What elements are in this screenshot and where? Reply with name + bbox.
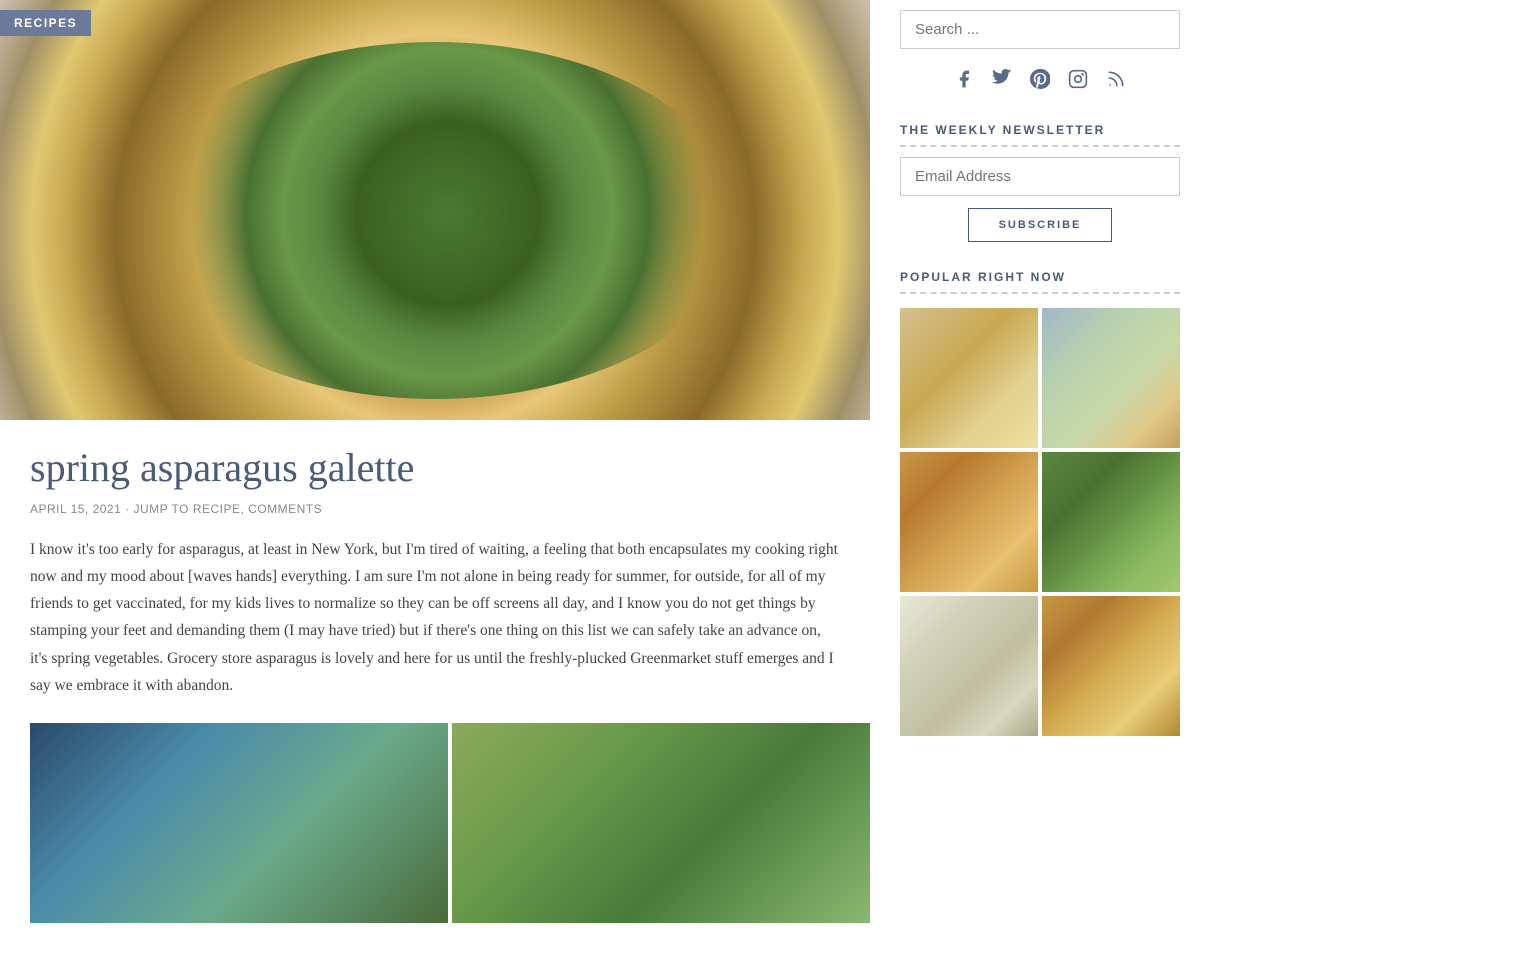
- email-input[interactable]: [900, 157, 1180, 196]
- article-body-text: I know it's too early for asparagus, at …: [30, 536, 840, 699]
- article-date: APRIL 15, 2021: [30, 502, 121, 516]
- hero-image: [0, 0, 870, 420]
- social-icons: [900, 69, 1180, 95]
- popular-item-2[interactable]: [1042, 308, 1180, 448]
- popular-item-1[interactable]: [900, 308, 1038, 448]
- recipes-badge[interactable]: RECIPES: [0, 10, 91, 36]
- article-meta: APRIL 15, 2021 · JUMP TO RECIPE, COMMENT…: [30, 502, 840, 516]
- facebook-icon[interactable]: [954, 69, 974, 95]
- article-body: spring asparagus galette APRIL 15, 2021 …: [0, 420, 870, 699]
- popular-grid: [900, 308, 1180, 736]
- popular-title: POPULAR RIGHT NOW: [900, 270, 1180, 294]
- pinterest-icon[interactable]: [1030, 69, 1050, 95]
- newsletter-title: THE WEEKLY NEWSLETTER: [900, 123, 1180, 147]
- comments-link[interactable]: COMMENTS: [248, 502, 322, 516]
- popular-item-6[interactable]: [1042, 596, 1180, 736]
- popular-item-3[interactable]: [900, 452, 1038, 592]
- popular-section: POPULAR RIGHT NOW: [900, 270, 1180, 736]
- main-content: RECIPES spring asparagus galette APRIL 1…: [0, 0, 870, 953]
- meta-separator: ·: [125, 502, 130, 516]
- popular-item-4[interactable]: [1042, 452, 1180, 592]
- hero-image-container: RECIPES: [0, 0, 870, 420]
- subscribe-button[interactable]: SUBSCRIBE: [968, 208, 1113, 242]
- popular-item-5[interactable]: [900, 596, 1038, 736]
- article-title: spring asparagus galette: [30, 444, 840, 492]
- instagram-icon[interactable]: [1068, 69, 1088, 95]
- sidebar: THE WEEKLY NEWSLETTER SUBSCRIBE POPULAR …: [870, 0, 1210, 953]
- search-input[interactable]: [900, 10, 1180, 49]
- jump-to-recipe-link[interactable]: JUMP TO RECIPE: [133, 502, 240, 516]
- twitter-icon[interactable]: [992, 69, 1012, 95]
- newsletter-section: THE WEEKLY NEWSLETTER SUBSCRIBE: [900, 123, 1180, 242]
- rss-icon[interactable]: [1106, 69, 1126, 95]
